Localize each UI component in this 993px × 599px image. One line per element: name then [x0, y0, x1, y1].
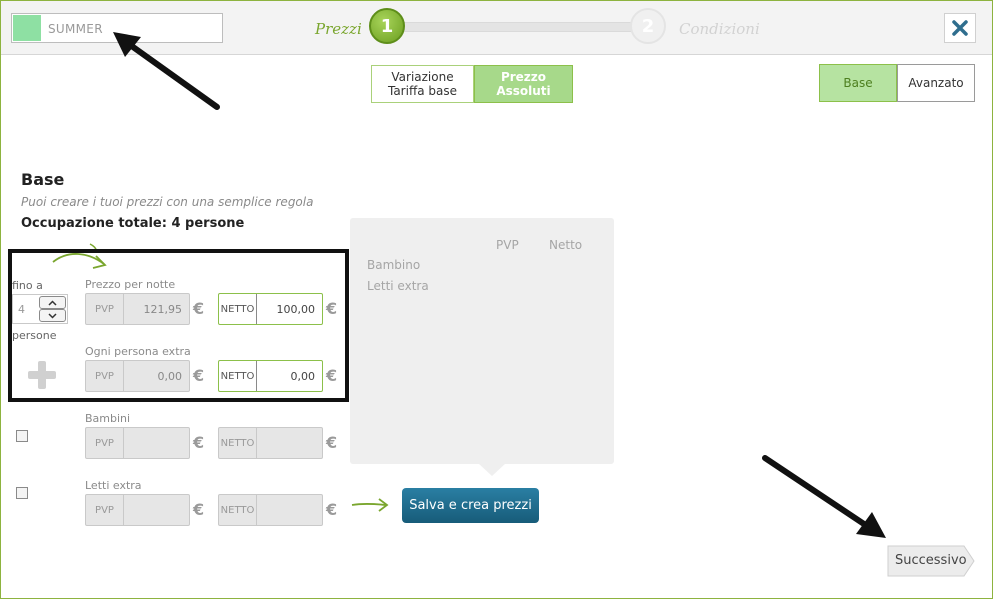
mode-option-absolute-line1: Prezzo — [500, 70, 547, 84]
mode-option-absolute-line2: Assoluti — [496, 84, 551, 98]
occupancy-summary: Occupazione totale: 4 persone — [21, 216, 245, 231]
section-title: Base — [21, 170, 65, 189]
extra-beds-pvp-field[interactable]: PVP — [85, 494, 190, 526]
euro-symbol: € — [326, 500, 338, 519]
net-tag: NETTO — [219, 495, 257, 525]
preview-col-net: Netto — [549, 238, 583, 252]
close-icon — [952, 20, 968, 36]
preview-row-children: Bambino — [367, 258, 421, 272]
extra-beds-net-field[interactable]: NETTO — [218, 494, 323, 526]
rate-name-value: SUMMER — [48, 22, 103, 36]
hint-arrow-icon — [351, 498, 389, 512]
step2-indicator[interactable]: 2 — [630, 8, 666, 44]
close-button[interactable] — [944, 13, 976, 43]
children-net-field[interactable]: NETTO — [218, 427, 323, 459]
next-button-label: Successivo — [895, 553, 967, 568]
preview-pointer — [478, 463, 506, 476]
preview-row-beds: Letti extra — [367, 279, 429, 293]
step1-label: Prezzi — [315, 20, 362, 38]
save-and-create-prices-button[interactable]: Salva e crea prezzi — [402, 488, 539, 523]
level-option-base[interactable]: Base — [819, 64, 897, 102]
section-subtitle: Puoi creare i tuoi prezzi con una sempli… — [21, 195, 314, 209]
mode-option-variation-line1: Variazione — [391, 70, 454, 84]
extra-beds-label: Letti extra — [85, 479, 142, 492]
step1-indicator[interactable]: 1 — [369, 8, 405, 44]
price-preview-panel: PVP Netto Bambino Letti extra — [350, 218, 614, 464]
step2-label: Condizioni — [679, 20, 760, 38]
step-progress-track — [388, 22, 650, 32]
pricing-mode-toggle: Variazione Tariffa base Prezzo Assoluti — [371, 65, 573, 103]
mode-option-variation[interactable]: Variazione Tariffa base — [371, 65, 474, 103]
annotation-highlight-box — [8, 249, 349, 402]
children-checkbox[interactable] — [16, 430, 28, 442]
level-option-advanced[interactable]: Avanzato — [897, 64, 975, 102]
euro-symbol: € — [193, 500, 205, 519]
children-label: Bambini — [85, 412, 131, 425]
pvp-tag: PVP — [86, 495, 124, 525]
euro-symbol: € — [193, 433, 205, 452]
next-button[interactable]: Successivo — [886, 545, 976, 577]
net-tag: NETTO — [219, 428, 257, 458]
mode-option-variation-line2: Tariffa base — [387, 84, 457, 98]
rate-color-swatch[interactable] — [13, 15, 41, 41]
children-pvp-field[interactable]: PVP — [85, 427, 190, 459]
extra-beds-checkbox[interactable] — [16, 487, 28, 499]
mode-option-absolute[interactable]: Prezzo Assoluti — [474, 65, 573, 103]
level-toggle: Base Avanzato — [819, 64, 975, 102]
preview-col-pvp: PVP — [496, 238, 519, 252]
euro-symbol: € — [326, 433, 338, 452]
pvp-tag: PVP — [86, 428, 124, 458]
annotation-arrow-icon — [113, 32, 220, 110]
annotation-arrow-icon — [762, 455, 886, 538]
